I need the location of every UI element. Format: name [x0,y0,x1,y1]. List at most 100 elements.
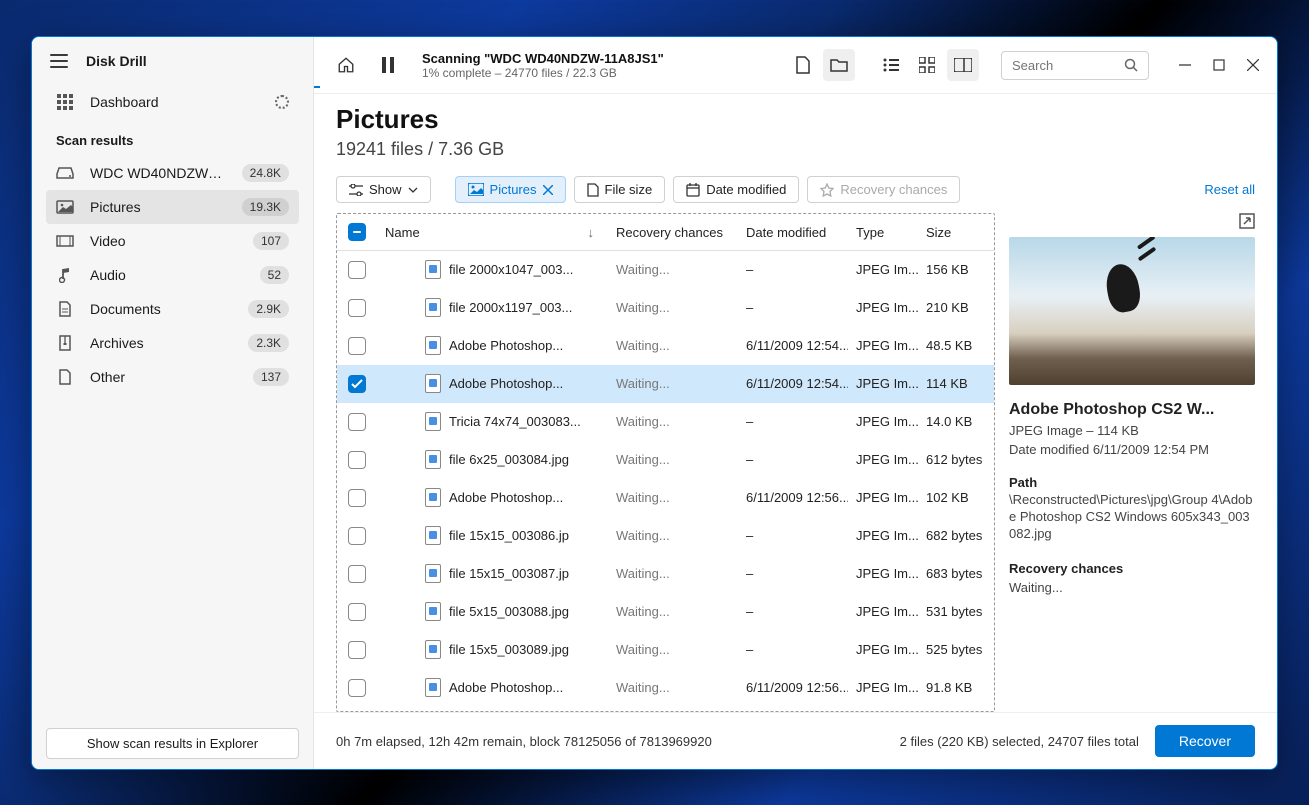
table-row[interactable]: file 5x15_003088.jpg Waiting... – JPEG I… [337,593,994,631]
recovery-cell: Waiting... [608,669,738,706]
maximize-button[interactable] [1211,57,1227,73]
column-size[interactable]: Size [918,214,994,250]
recover-button[interactable]: Recover [1155,725,1255,757]
sidebar-item-count: 2.3K [248,334,289,352]
content-header: Pictures 19241 files / 7.36 GB [314,94,1277,172]
type-cell: JPEG Im... [848,669,918,706]
expand-preview-button[interactable] [1239,213,1255,229]
row-checkbox[interactable] [348,451,366,469]
search-box[interactable] [1001,51,1149,80]
sidebar-item-wdc-wd40ndzw-11-[interactable]: WDC WD40NDZW-11... 24.8K [46,156,299,190]
minimize-button[interactable] [1177,57,1193,73]
sidebar-item-pictures[interactable]: Pictures 19.3K [46,190,299,224]
chevron-down-icon [408,187,418,193]
date-cell: – [738,441,848,478]
table-row[interactable]: file 2000x1047_003... Waiting... – JPEG … [337,251,994,289]
scan-title-label: Scanning "WDC WD40NDZW-11A8JS1" [422,51,777,66]
close-icon[interactable] [543,185,553,195]
table-row[interactable]: Adobe Photoshop... Waiting... 6/11/2009 … [337,669,994,707]
row-checkbox[interactable] [348,299,366,317]
table-row[interactable]: file 15x5_003089.jpg Waiting... – JPEG I… [337,631,994,669]
sidebar-item-video[interactable]: Video 107 [46,224,299,258]
file-type-icon [425,640,441,659]
size-cell: 683 bytes [918,555,994,592]
show-in-explorer-button[interactable]: Show scan results in Explorer [46,728,299,759]
toolbar: Scanning "WDC WD40NDZW-11A8JS1" 1% compl… [314,37,1277,94]
video-icon [56,232,74,250]
size-cell: 531 bytes [918,593,994,630]
show-dropdown[interactable]: Show [336,176,431,203]
row-checkbox[interactable] [348,413,366,431]
search-input[interactable] [1012,58,1112,73]
column-recovery[interactable]: Recovery chances [608,214,738,250]
filter-pictures[interactable]: Pictures [455,176,566,203]
size-cell: 525 bytes [918,631,994,668]
sidebar-item-label: Video [90,233,237,249]
main: Scanning "WDC WD40NDZW-11A8JS1" 1% compl… [314,37,1277,769]
size-cell: 91.8 KB [918,669,994,706]
file-name: Adobe Photoshop... [449,490,563,505]
recovery-cell: Waiting... [608,479,738,516]
row-checkbox[interactable] [348,565,366,583]
table-row[interactable]: Adobe Photoshop... Waiting... 6/11/2009 … [337,479,994,517]
table-row[interactable]: file 15x15_003086.jp Waiting... – JPEG I… [337,517,994,555]
filter-datemodified[interactable]: Date modified [673,176,799,203]
row-checkbox[interactable] [348,641,366,659]
nav-dashboard[interactable]: Dashboard [46,85,299,119]
hamburger-icon[interactable] [50,54,68,68]
table-row[interactable]: Adobe Photoshop... Waiting... 6/11/2009 … [337,327,994,365]
row-checkbox[interactable] [348,603,366,621]
file-view-button[interactable] [787,49,819,81]
filter-recovery[interactable]: Recovery chances [807,176,960,203]
table-row[interactable]: Tricia 74x74_003083... Waiting... – JPEG… [337,403,994,441]
file-type-icon [425,450,441,469]
column-name[interactable]: Name ↓ [377,214,608,250]
column-type[interactable]: Type [848,214,918,250]
row-checkbox[interactable] [348,527,366,545]
table-row[interactable]: file 15x15_003087.jp Waiting... – JPEG I… [337,555,994,593]
table-row[interactable]: Adobe Photoshop... Waiting... 6/11/2009 … [337,365,994,403]
row-checkbox[interactable] [348,489,366,507]
file-name: file 6x25_003084.jpg [449,452,569,467]
folder-view-button[interactable] [823,49,855,81]
column-date[interactable]: Date modified [738,214,848,250]
sidebar-footer: Show scan results in Explorer [32,718,313,769]
file-table: Name ↓ Recovery chances Date modified Ty… [336,213,995,712]
row-checkbox[interactable] [348,679,366,697]
sidebar-item-other[interactable]: Other 137 [46,360,299,394]
size-cell: 682 bytes [918,517,994,554]
split-view-button[interactable] [947,49,979,81]
recovery-cell: Waiting... [608,707,738,711]
sidebar-item-label: Other [90,369,237,385]
app-title: Disk Drill [86,53,147,69]
sidebar-item-count: 52 [260,266,289,284]
home-button[interactable] [330,49,362,81]
sidebar-item-archives[interactable]: Archives 2.3K [46,326,299,360]
reset-all-link[interactable]: Reset all [1204,182,1255,197]
table-row[interactable]: file 6x25_003084.jpg Waiting... – JPEG I… [337,441,994,479]
close-button[interactable] [1245,57,1261,73]
detail-path-label: Path [1009,475,1255,490]
sidebar-item-audio[interactable]: Audio 52 [46,258,299,292]
date-cell: – [738,289,848,326]
recovery-cell: Waiting... [608,441,738,478]
footer-selection-status: 2 files (220 KB) selected, 24707 files t… [900,734,1139,749]
grid-view-button[interactable] [911,49,943,81]
row-checkbox[interactable] [348,261,366,279]
document-icon [56,300,74,318]
sidebar-item-count: 107 [253,232,289,250]
size-cell: 156 KB [918,251,994,288]
table-body[interactable]: file 2000x1047_003... Waiting... – JPEG … [337,251,994,711]
row-checkbox[interactable] [348,337,366,355]
pause-button[interactable] [372,49,404,81]
table-row[interactable]: file 2000x1197_003... Waiting... – JPEG … [337,289,994,327]
filter-filesize[interactable]: File size [574,176,666,203]
row-checkbox[interactable] [348,375,366,393]
date-cell: – [738,631,848,668]
select-all-checkbox[interactable] [348,223,366,241]
file-type-icon [425,336,441,355]
table-row[interactable]: file 565x120_00309... Waiting... – JPEG … [337,707,994,711]
list-view-button[interactable] [875,49,907,81]
detail-pane: Adobe Photoshop CS2 W... JPEG Image – 11… [1009,213,1255,712]
sidebar-item-documents[interactable]: Documents 2.9K [46,292,299,326]
